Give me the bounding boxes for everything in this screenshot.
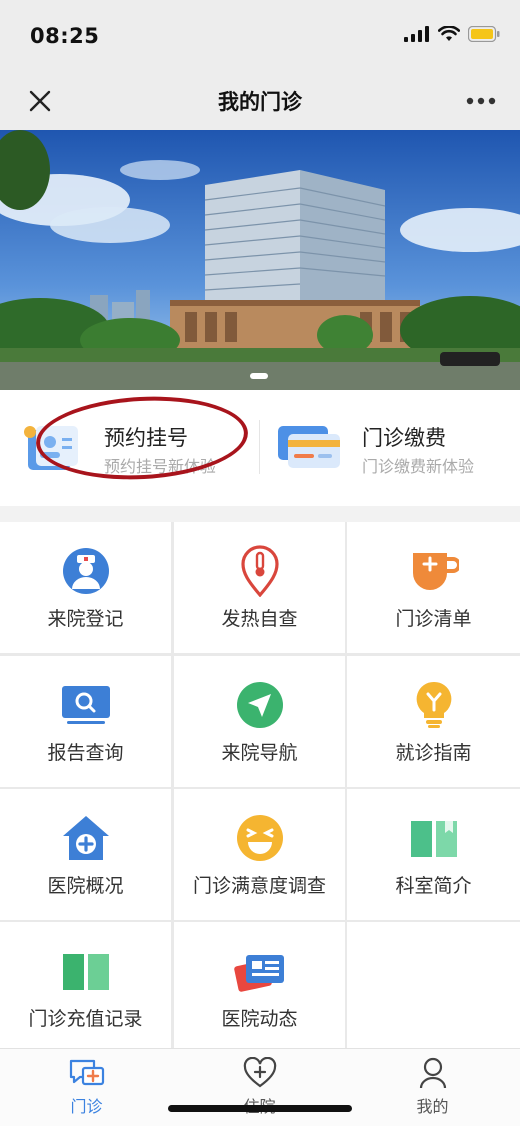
- smiley-face-icon: [236, 815, 283, 861]
- appointment-title: 预约挂号: [104, 426, 188, 450]
- divider: [259, 420, 260, 474]
- payment-card-icon: [278, 426, 340, 468]
- status-icons: [404, 26, 500, 42]
- tab-inpatient[interactable]: 住院: [173, 1049, 346, 1126]
- grid-item-visit-registration[interactable]: 来院登记: [0, 522, 171, 653]
- hospital-house-icon: [62, 816, 109, 860]
- cup-plus-icon: [412, 553, 459, 590]
- grid-label: 门诊满意度调查: [192, 875, 326, 897]
- newspaper-icon: [233, 955, 284, 992]
- registration-card-icon: [24, 426, 78, 470]
- nurse-icon: [62, 548, 109, 594]
- lightbulb-icon: [416, 681, 451, 728]
- grid-item-department-intro[interactable]: 科室简介: [347, 789, 520, 920]
- outpatient-payment-button[interactable]: 门诊缴费 门诊缴费新体验: [260, 390, 520, 506]
- grid-label: 医院动态: [221, 1008, 298, 1030]
- payment-title: 门诊缴费: [362, 426, 446, 450]
- tab-bar: 门诊 住院 我的: [0, 1048, 520, 1126]
- grid-label: 发热自查: [221, 608, 298, 630]
- grid-item-hospital-overview[interactable]: 医院概况: [0, 789, 171, 920]
- grid-label: 门诊清单: [395, 608, 472, 630]
- grid-label: 就诊指南: [395, 742, 472, 764]
- carousel-indicator: [250, 373, 268, 379]
- function-grid: 来院登记 发热自查 门诊清单 报告查询 来院导航 就诊指南 医院概况 门诊满意度…: [0, 522, 520, 1048]
- grid-item-empty: [347, 922, 520, 1048]
- person-icon: [419, 1057, 446, 1089]
- status-bar: 08:25: [0, 0, 520, 72]
- grid-item-navigation[interactable]: 来院导航: [174, 656, 345, 787]
- green-book-icon: [62, 954, 109, 990]
- grid-label: 来院登记: [47, 608, 124, 630]
- more-button[interactable]: [462, 84, 500, 118]
- outpatient-chat-icon: [69, 1059, 104, 1086]
- wifi-icon: [438, 26, 460, 41]
- grid-label: 报告查询: [47, 742, 124, 764]
- grid-item-report-query[interactable]: 报告查询: [0, 656, 171, 787]
- status-time: 08:25: [30, 24, 100, 48]
- grid-label: 科室简介: [395, 875, 472, 897]
- page-title: 我的门诊: [218, 90, 302, 114]
- thermometer-pin-icon: [240, 545, 279, 597]
- monitor-search-icon: [61, 686, 110, 724]
- grid-item-satisfaction-survey[interactable]: 门诊满意度调查: [174, 789, 345, 920]
- battery-icon: [468, 26, 500, 42]
- grid-item-visit-guide[interactable]: 就诊指南: [347, 656, 520, 787]
- open-book-icon: [410, 821, 457, 857]
- hospital-building-image: [0, 130, 520, 390]
- heart-plus-icon: [243, 1057, 276, 1088]
- payment-subtitle: 门诊缴费新体验: [362, 457, 475, 476]
- grid-item-fever-check[interactable]: 发热自查: [174, 522, 345, 653]
- tab-mine[interactable]: 我的: [346, 1049, 519, 1126]
- quick-actions: 预约挂号 预约挂号新体验 门诊缴费 门诊缴费新体验: [0, 390, 520, 506]
- appointment-subtitle: 预约挂号新体验: [104, 457, 217, 476]
- more-dots-icon: [466, 97, 496, 105]
- grid-item-hospital-news[interactable]: 医院动态: [174, 922, 345, 1048]
- tab-outpatient[interactable]: 门诊: [0, 1049, 173, 1126]
- grid-label: 医院概况: [47, 875, 124, 897]
- section-divider: [0, 506, 520, 522]
- home-indicator: [168, 1105, 352, 1112]
- signal-icon: [404, 26, 429, 42]
- appointment-registration-button[interactable]: 预约挂号 预约挂号新体验: [0, 390, 260, 506]
- navigation-arrow-icon: [236, 682, 283, 728]
- hospital-banner[interactable]: [0, 130, 520, 390]
- grid-label: 来院导航: [221, 742, 298, 764]
- grid-label: 门诊充值记录: [28, 1008, 143, 1030]
- tab-label: 我的: [416, 1097, 449, 1116]
- grid-item-recharge-record[interactable]: 门诊充值记录: [0, 922, 171, 1048]
- grid-item-outpatient-list[interactable]: 门诊清单: [347, 522, 520, 653]
- nav-bar: 我的门诊: [0, 72, 520, 130]
- tab-label: 门诊: [70, 1097, 103, 1116]
